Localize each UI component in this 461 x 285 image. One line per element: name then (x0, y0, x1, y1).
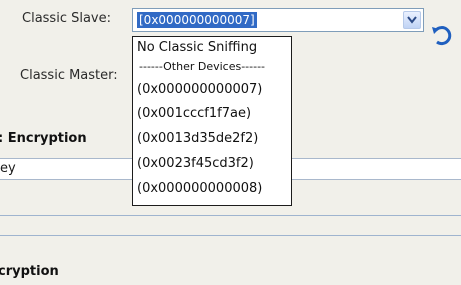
encryption-section-heading-2: cryption (0, 264, 59, 279)
classic-slave-label: Classic Slave: (22, 11, 111, 26)
key-field-text: ey (0, 161, 16, 176)
classic-slave-dropdown-list[interactable]: No Classic Sniffing ------Other Devices-… (132, 36, 292, 206)
divider (0, 235, 461, 236)
dropdown-option-device[interactable]: (0x0023f45cd3f2) (137, 156, 289, 171)
dropdown-option-device[interactable]: (0x000000000008) (137, 181, 289, 196)
dropdown-option-no-sniffing[interactable]: No Classic Sniffing (137, 40, 289, 55)
dropdown-option-device[interactable]: (0x001cccf1f7ae) (137, 106, 289, 121)
dropdown-separator-other-devices: ------Other Devices------ (139, 60, 266, 73)
chevron-down-icon[interactable] (403, 11, 421, 29)
dropdown-option-device[interactable]: (0x0013d35de2f2) (137, 131, 289, 146)
classic-slave-combobox[interactable]: [0x000000000007] (132, 8, 424, 32)
refresh-icon[interactable] (428, 22, 456, 50)
classic-slave-selected-value: [0x000000000007] (137, 12, 257, 28)
dropdown-option-device[interactable]: (0x000000000007) (137, 82, 289, 97)
encryption-section-heading: : Encryption (0, 131, 87, 146)
divider (0, 215, 461, 216)
classic-master-label: Classic Master: (20, 68, 118, 83)
